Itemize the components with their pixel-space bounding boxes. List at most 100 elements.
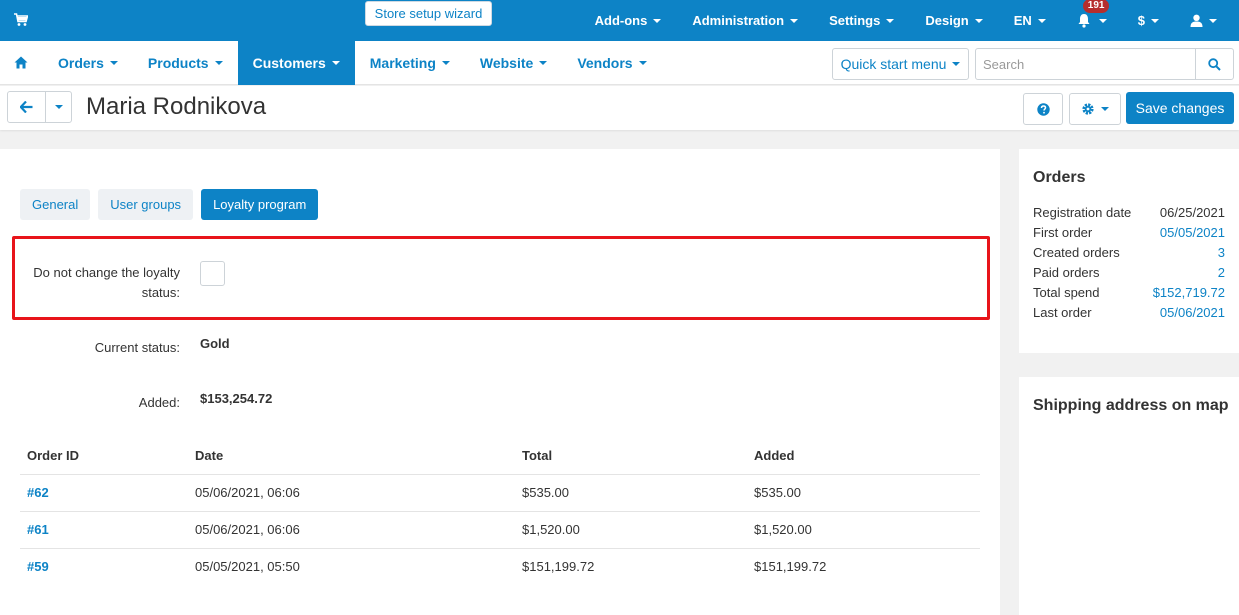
language-label: EN xyxy=(1013,13,1032,28)
main-nav-bar: Orders Products Customers Marketing Webs… xyxy=(0,41,1239,85)
bell-icon-wrap: 191 xyxy=(1077,0,1110,29)
nav-orders-label: Orders xyxy=(58,55,104,71)
top-bar: Store setup wizard Add-ons Administratio… xyxy=(0,0,1239,41)
summary-label: Last order xyxy=(1033,305,1092,320)
nav-products[interactable]: Products xyxy=(133,41,238,85)
added-cell: $535.00 xyxy=(747,474,980,512)
shipping-map-title: Shipping address on map xyxy=(1033,397,1229,414)
quick-start-menu-label: Quick start menu xyxy=(840,56,947,72)
summary-value-link[interactable]: 05/05/2021 xyxy=(1160,225,1225,240)
chevron-down-icon xyxy=(54,105,63,109)
orders-summary-title: Orders xyxy=(1033,169,1086,186)
search-input[interactable] xyxy=(976,49,1195,79)
table-row: #59 05/05/2021, 05:50 $151,199.72 $151,1… xyxy=(20,548,980,585)
nav-vendors[interactable]: Vendors xyxy=(562,41,661,85)
column-header-added[interactable]: Added xyxy=(747,437,980,475)
order-link[interactable]: #61 xyxy=(27,522,49,537)
summary-row-last-order: Last order 05/06/2021 xyxy=(1033,305,1225,320)
topnav-settings[interactable]: Settings xyxy=(829,13,895,28)
topnav-settings-label: Settings xyxy=(829,13,881,28)
help-button[interactable] xyxy=(1023,93,1063,125)
notifications-button[interactable]: 191 xyxy=(1077,0,1110,29)
summary-row-total-spend: Total spend $152,719.72 xyxy=(1033,285,1225,300)
summary-value-link[interactable]: $152,719.72 xyxy=(1153,285,1225,300)
nav-website[interactable]: Website xyxy=(465,41,562,85)
date-cell: 05/05/2021, 05:50 xyxy=(195,559,300,575)
column-header-order-id[interactable]: Order ID xyxy=(20,437,188,475)
user-menu[interactable] xyxy=(1190,14,1217,27)
currency-label: $ xyxy=(1137,13,1145,28)
summary-row-paid-orders: Paid orders 2 xyxy=(1033,265,1225,280)
no-change-loyalty-label-line2: status: xyxy=(141,285,180,300)
chevron-down-icon xyxy=(653,18,662,23)
search-icon xyxy=(1208,57,1221,71)
nav-orders[interactable]: Orders xyxy=(43,41,133,85)
summary-value: 06/25/2021 xyxy=(1159,205,1225,220)
tabs: General User groups Loyalty program xyxy=(20,189,326,220)
nav-marketing-label: Marketing xyxy=(369,55,436,71)
nav-marketing[interactable]: Marketing xyxy=(355,41,465,85)
chevron-down-icon xyxy=(441,61,450,65)
chevron-down-icon xyxy=(1037,18,1046,23)
summary-row-created-orders: Created orders 3 xyxy=(1033,245,1225,260)
summary-value-link[interactable]: 05/06/2021 xyxy=(1160,305,1225,320)
store-setup-wizard-button[interactable]: Store setup wizard xyxy=(365,1,492,26)
nav-customers-label: Customers xyxy=(252,55,326,71)
search-button[interactable] xyxy=(1195,49,1233,79)
notifications-badge: 191 xyxy=(1082,0,1110,13)
chevron-down-icon xyxy=(1209,18,1217,23)
tab-general[interactable]: General xyxy=(20,189,91,220)
tab-loyalty-program[interactable]: Loyalty program xyxy=(201,189,319,220)
nav-products-label: Products xyxy=(147,55,209,71)
search-box xyxy=(975,48,1234,80)
chevron-down-icon xyxy=(952,62,961,66)
settings-dropdown-button[interactable] xyxy=(1069,93,1121,125)
user-icon xyxy=(1190,14,1203,27)
no-change-loyalty-checkbox[interactable] xyxy=(200,261,225,286)
summary-label: First order xyxy=(1033,225,1093,240)
topnav-administration[interactable]: Administration xyxy=(692,13,799,28)
gear-icon xyxy=(1082,103,1094,115)
nav-customers[interactable]: Customers xyxy=(237,41,355,85)
arrow-left-icon xyxy=(20,101,33,113)
column-header-total[interactable]: Total xyxy=(515,437,747,475)
topnav-administration-label: Administration xyxy=(692,13,785,28)
chevron-down-icon xyxy=(638,61,647,65)
bell-icon xyxy=(1078,13,1090,28)
added-cell: $1,520.00 xyxy=(747,511,980,549)
topnav-design[interactable]: Design xyxy=(925,13,983,28)
chevron-down-icon xyxy=(790,18,799,23)
chevron-down-icon xyxy=(1101,107,1109,111)
back-button[interactable] xyxy=(8,92,46,122)
orders-summary-panel: Orders Registration date 06/25/2021 Firs… xyxy=(1019,149,1239,353)
home-icon[interactable] xyxy=(14,56,28,69)
chevron-down-icon xyxy=(331,61,340,65)
summary-value-link[interactable]: 3 xyxy=(1218,245,1225,260)
total-cell: $151,199.72 xyxy=(522,559,595,575)
cart-icon[interactable] xyxy=(14,13,28,27)
question-circle-icon xyxy=(1036,102,1050,116)
chevron-down-icon xyxy=(214,61,223,65)
added-label: Added: xyxy=(138,395,180,410)
tab-user-groups[interactable]: User groups xyxy=(98,189,194,220)
topnav-add-ons-label: Add-ons xyxy=(594,13,648,28)
nav-vendors-label: Vendors xyxy=(577,55,633,71)
save-changes-button[interactable]: Save changes xyxy=(1126,92,1234,124)
title-bar: Maria Rodnikova Save changes xyxy=(0,86,1239,130)
order-link[interactable]: #59 xyxy=(27,559,49,574)
shipping-map-panel: Shipping address on map xyxy=(1019,377,1239,615)
back-dropdown-toggle[interactable] xyxy=(46,92,71,122)
current-status-value: Gold xyxy=(200,336,230,351)
column-header-date[interactable]: Date xyxy=(188,437,515,475)
currency-selector[interactable]: $ xyxy=(1138,13,1159,28)
language-selector[interactable]: EN xyxy=(1014,13,1046,28)
total-cell: $1,520.00 xyxy=(515,511,747,549)
table-row: #62 05/06/2021, 06:06 $535.00 $535.00 xyxy=(20,474,980,512)
quick-start-menu-button[interactable]: Quick start menu xyxy=(832,48,969,80)
order-link[interactable]: #62 xyxy=(27,485,49,500)
topnav-add-ons[interactable]: Add-ons xyxy=(595,13,662,28)
date-cell: 05/06/2021, 06:06 xyxy=(188,511,515,549)
no-change-loyalty-label: Do not change the loyalty status: xyxy=(12,263,180,303)
summary-value-link[interactable]: 2 xyxy=(1218,265,1225,280)
chevron-down-icon xyxy=(539,61,548,65)
